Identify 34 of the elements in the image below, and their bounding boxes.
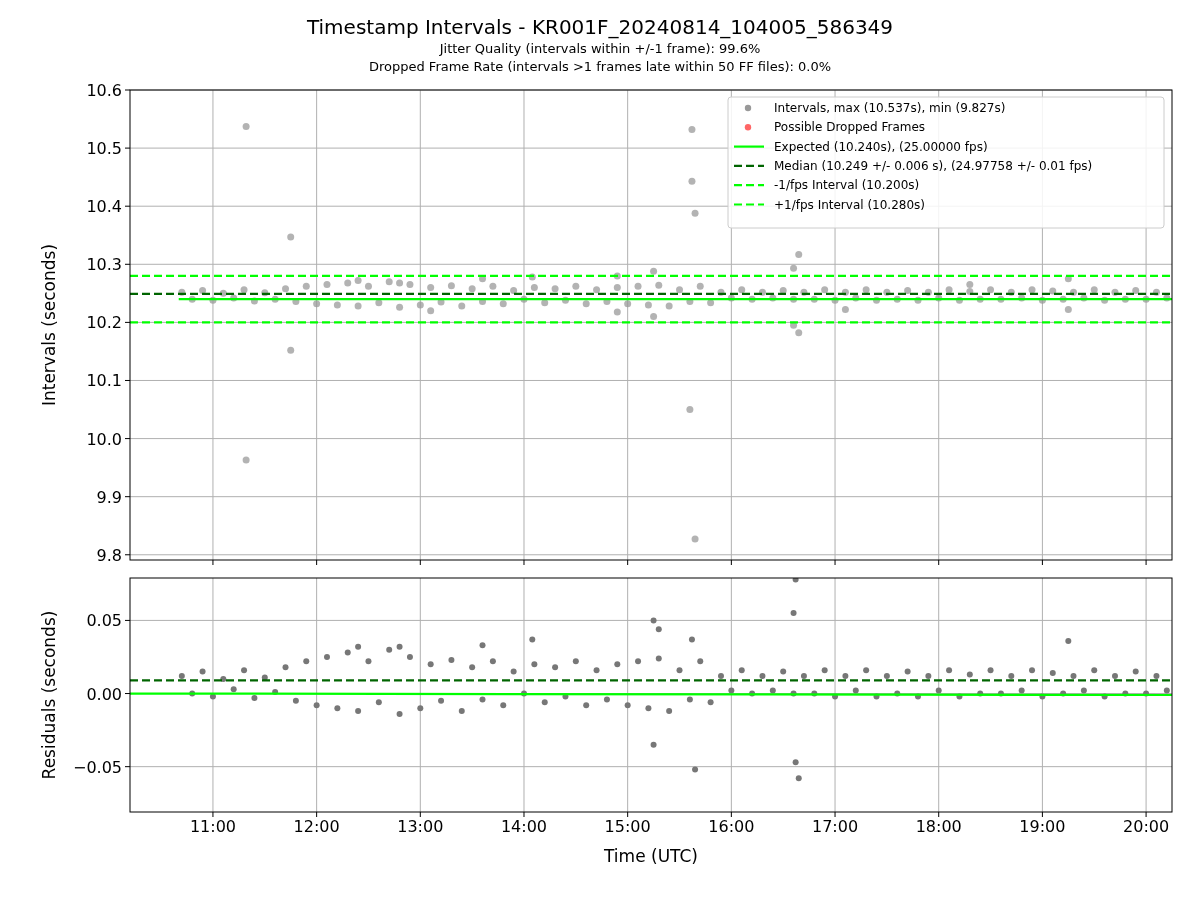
chart-subtitle: Jitter Quality (intervals within +/-1 frame): 99.6%	[439, 40, 761, 58]
tick-label: 20:00	[1123, 817, 1170, 836]
tick-label: 11:00	[189, 817, 236, 836]
tick-label: 10.6	[86, 81, 122, 100]
legend-label: Expected (10.240s), (25.00000 fps)	[774, 139, 988, 154]
tick-label: 9.8	[96, 545, 122, 565]
tick-label: 0.05	[86, 611, 122, 631]
axis-label: Time (UTC)	[604, 846, 698, 866]
tick-label: 14:00	[500, 817, 548, 836]
legend-label: Median (10.249 +/- 0.006 s), (24.97758 +/- 0.01 fps)	[774, 158, 1093, 173]
tick-label: 10.1	[86, 371, 122, 391]
tick-label: 10.0	[86, 429, 122, 449]
tick-label: 17:00	[812, 817, 859, 836]
tick-label: 0.00	[86, 684, 122, 704]
legend-label: Intervals, max (10.537s), min (9.827s)	[774, 101, 1006, 115]
tick-label: 12:00	[293, 817, 340, 836]
legend-label: -1/fps Interval (10.200s)	[774, 178, 920, 193]
axis-label: Intervals (seconds)	[39, 243, 59, 407]
tick-label: 18:00	[915, 817, 962, 836]
tick-label: 19:00	[1019, 817, 1066, 836]
legend-label: Possible Dropped Frames	[774, 120, 926, 135]
tick-label: −0.05	[72, 757, 122, 777]
legend-label: +1/fps Interval (10.280s)	[774, 197, 925, 212]
chart-title: Timestamp Intervals - KR001F_20240814_104005_586349	[306, 14, 894, 40]
axis-label: Residuals (seconds)	[39, 610, 59, 780]
tick-label: 10.4	[86, 197, 122, 217]
chart-subtitle: Dropped Frame Rate (intervals >1 frames late within 50 FF files): 0.0%	[368, 58, 832, 76]
tick-label: 15:00	[604, 817, 651, 836]
tick-label: 16:00	[708, 817, 755, 836]
tick-label: 9.9	[96, 487, 122, 507]
tick-label: 10.3	[86, 255, 122, 275]
tick-label: 13:00	[397, 817, 444, 836]
tick-label: 10.5	[86, 139, 122, 159]
tick-label: 10.2	[86, 313, 122, 333]
